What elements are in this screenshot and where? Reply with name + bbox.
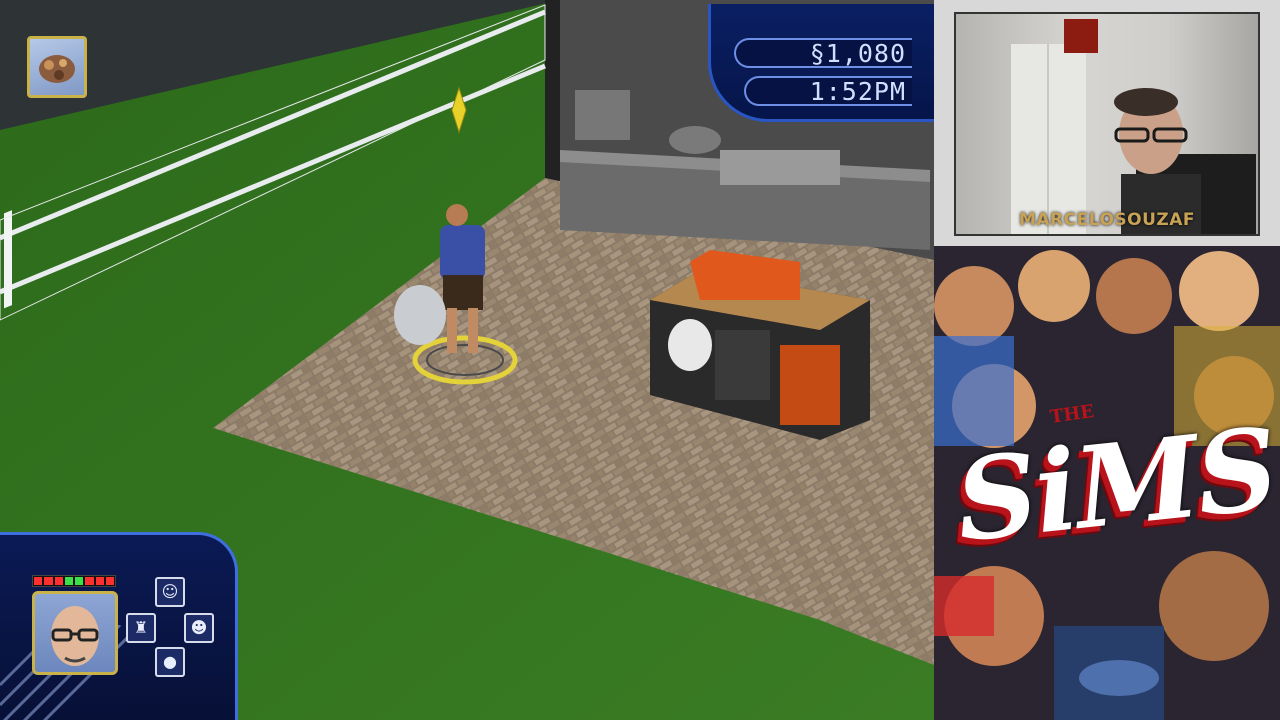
webcam-feed: MARCELOSOUZAF bbox=[954, 12, 1260, 236]
funds-clock-panel: §1,080 1:52PM bbox=[708, 4, 934, 122]
gears-logo-icon bbox=[1064, 19, 1098, 53]
food-thought-icon bbox=[39, 55, 75, 83]
build-mode-icon[interactable]: ♜ bbox=[126, 613, 156, 643]
stove[interactable] bbox=[720, 150, 840, 185]
sim-mood-meter bbox=[32, 575, 116, 587]
game-viewport[interactable]: §1,080 1:52PM ☺ ♜ ☻ ● bbox=[0, 0, 934, 720]
sim-control-panel: ☺ ♜ ☻ ● bbox=[0, 532, 238, 720]
sim-portrait[interactable] bbox=[32, 591, 118, 675]
head-profile-icon[interactable]: ● bbox=[155, 647, 185, 677]
the-sims-cover-art: THE SiMS bbox=[934, 246, 1280, 720]
food-processor[interactable] bbox=[669, 126, 721, 154]
fence-pickets bbox=[4, 210, 12, 309]
thought-bubble-icon[interactable] bbox=[27, 36, 87, 98]
espresso-machine[interactable] bbox=[575, 90, 630, 140]
family-icon[interactable]: ☻ bbox=[184, 613, 214, 643]
webcam-overlay: MARCELOSOUZAF bbox=[934, 0, 1280, 246]
funds-display: §1,080 bbox=[734, 38, 912, 68]
sim-face-avatar bbox=[51, 606, 99, 666]
streamer-video bbox=[1011, 19, 1256, 234]
clock-display: 1:52PM bbox=[744, 76, 912, 106]
streamer-name: MARCELOSOUZAF bbox=[1018, 210, 1196, 230]
comedy-drama-masks-icon[interactable]: ☺ bbox=[155, 577, 185, 607]
